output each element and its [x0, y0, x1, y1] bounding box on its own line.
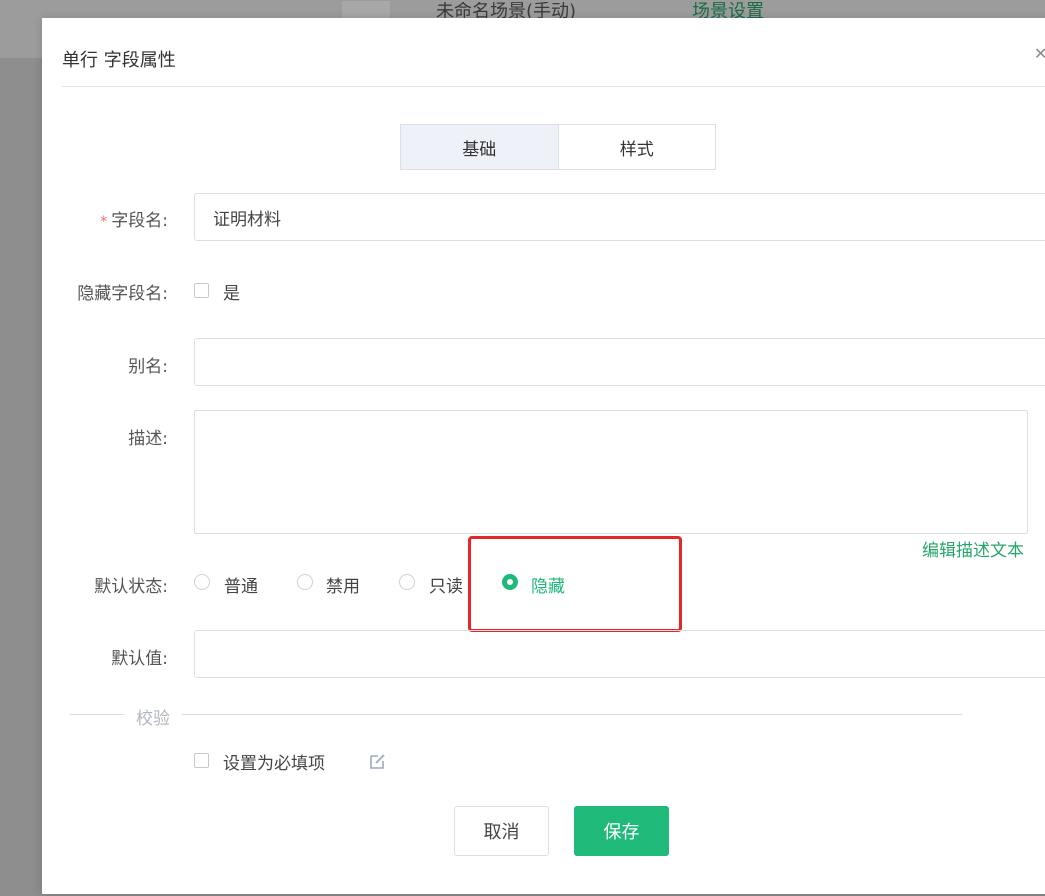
alias-input[interactable] — [194, 338, 1045, 386]
radio-readonly[interactable] — [399, 574, 415, 590]
title-divider — [62, 86, 1045, 87]
edit-description-link[interactable]: 编辑描述文本 — [922, 536, 1024, 561]
default-state-label: 默认状态: — [94, 577, 168, 597]
description-label: 描述: — [128, 429, 168, 449]
tab-bar: 基础 样式 — [400, 124, 716, 170]
field-name-value: 证明材料 — [213, 209, 281, 230]
radio-disabled-label[interactable]: 禁用 — [326, 572, 360, 597]
save-button[interactable]: 保存 — [574, 806, 669, 856]
default-value-label: 默认值: — [111, 649, 168, 669]
validation-section-title: 校验 — [136, 709, 170, 729]
field-name-label: * 字段名: — [100, 206, 168, 231]
section-divider-right — [182, 714, 962, 715]
background-toolbar-icon — [341, 0, 391, 20]
field-name-label-text: 字段名: — [111, 211, 168, 231]
radio-readonly-label[interactable]: 只读 — [429, 572, 463, 597]
tab-basic[interactable]: 基础 — [401, 125, 559, 169]
background-left-panel — [0, 58, 42, 896]
required-checkbox[interactable] — [194, 753, 209, 768]
field-properties-dialog: 单行 字段属性 ✕ 基础 样式 * 字段名: 证明材料 隐藏字段名: 是 别名: … — [42, 18, 1045, 894]
annotation-highlight-box — [468, 536, 682, 632]
cancel-button[interactable]: 取消 — [454, 806, 549, 856]
description-textarea[interactable] — [194, 410, 1028, 534]
dialog-title: 单行 字段属性 — [62, 50, 176, 71]
radio-normal[interactable] — [194, 574, 210, 590]
background-scene-title: 未命名场景(手动) — [436, 2, 577, 18]
radio-normal-label[interactable]: 普通 — [224, 572, 258, 597]
required-checkbox-label[interactable]: 设置为必填项 — [223, 749, 325, 774]
section-divider-left — [70, 714, 124, 715]
close-icon[interactable]: ✕ — [1034, 44, 1045, 63]
alias-label: 别名: — [128, 357, 168, 377]
field-name-input[interactable]: 证明材料 — [194, 193, 1045, 241]
edit-icon[interactable] — [368, 751, 388, 771]
hide-field-name-option-label[interactable]: 是 — [223, 279, 240, 304]
required-mark: * — [100, 214, 108, 230]
radio-disabled[interactable] — [297, 574, 313, 590]
hide-field-name-label: 隐藏字段名: — [77, 284, 168, 304]
hide-field-name-checkbox[interactable] — [194, 283, 209, 298]
default-value-input[interactable] — [194, 630, 1045, 678]
tab-style[interactable]: 样式 — [559, 125, 716, 169]
background-scene-settings-link: 场景设置 — [692, 2, 764, 18]
